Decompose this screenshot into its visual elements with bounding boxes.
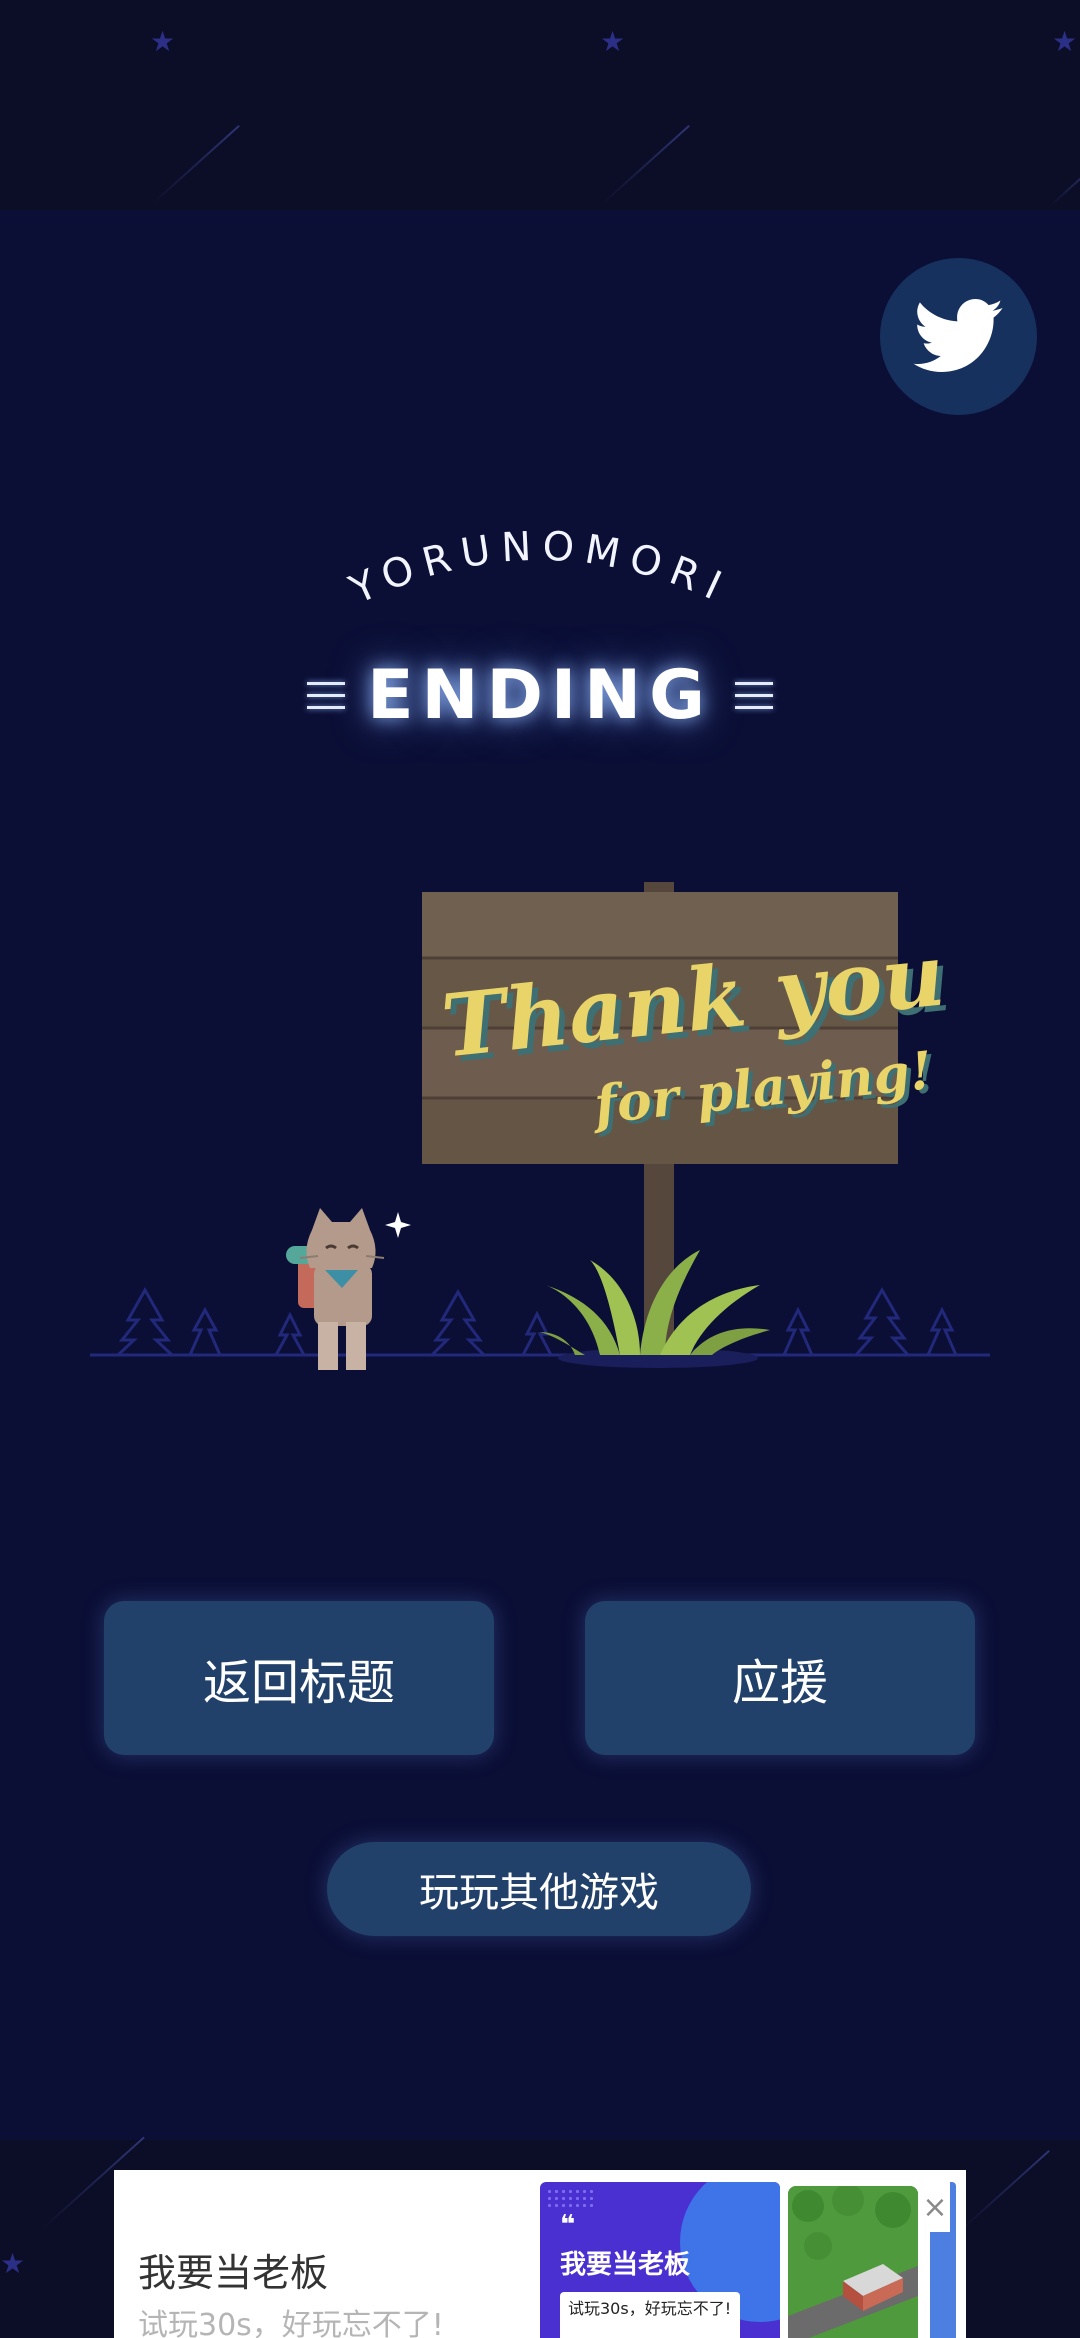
tree-outlines xyxy=(114,1286,959,1357)
ad-card-text: 试玩30s，好玩忘不了! xyxy=(568,2299,732,2318)
close-icon[interactable]: × xyxy=(920,2182,950,2232)
cat-character xyxy=(286,1208,411,1370)
ad-subtitle: 试玩30s，好玩忘不了! xyxy=(138,2308,444,2338)
play-other-games-button[interactable]: 玩玩其他游戏 xyxy=(327,1842,751,1936)
twitter-share-button[interactable] xyxy=(880,258,1037,415)
ending-title: ENDING xyxy=(367,655,713,735)
svg-text:YORUNOMORI: YORUNOMORI xyxy=(342,523,737,613)
star-decoration: ★ xyxy=(1052,25,1078,58)
menu-lines-right xyxy=(734,681,773,709)
sparkle xyxy=(385,1212,411,1238)
ending-heading: ENDING xyxy=(295,655,785,735)
ad-preview-card[interactable]: ❝ 我要当老板 试玩30s，好玩忘不了! xyxy=(540,2182,780,2338)
star-decoration: ★ xyxy=(600,25,626,58)
star-decoration: ★ xyxy=(0,2247,26,2280)
ad-card-title: 我要当老板 xyxy=(560,2250,691,2280)
return-title-button[interactable]: 返回标题 xyxy=(104,1601,494,1755)
twitter-icon xyxy=(912,298,1003,372)
star-decoration: ★ xyxy=(150,25,176,58)
quote-icon: ❝ xyxy=(560,2210,576,2240)
game-thumbnail-art xyxy=(788,2186,918,2338)
menu-lines-left xyxy=(307,681,346,709)
support-button[interactable]: 应援 xyxy=(585,1601,975,1755)
ad-banner[interactable]: 我要当老板 试玩30s，好玩忘不了! ❝ 我要当老板 试玩30s，好玩忘不了! … xyxy=(114,2170,966,2338)
brand-name: YORUNOMORI xyxy=(342,523,727,613)
ad-game-thumbnail[interactable] xyxy=(788,2186,918,2338)
ad-title: 我要当老板 xyxy=(138,2251,329,2295)
ad-card-textbox: 试玩30s，好玩忘不了! xyxy=(560,2292,740,2338)
ending-scene: Thank you Thank you for playing! for pla… xyxy=(90,882,990,1370)
brand-arc: YORUNOMORI xyxy=(342,523,737,613)
